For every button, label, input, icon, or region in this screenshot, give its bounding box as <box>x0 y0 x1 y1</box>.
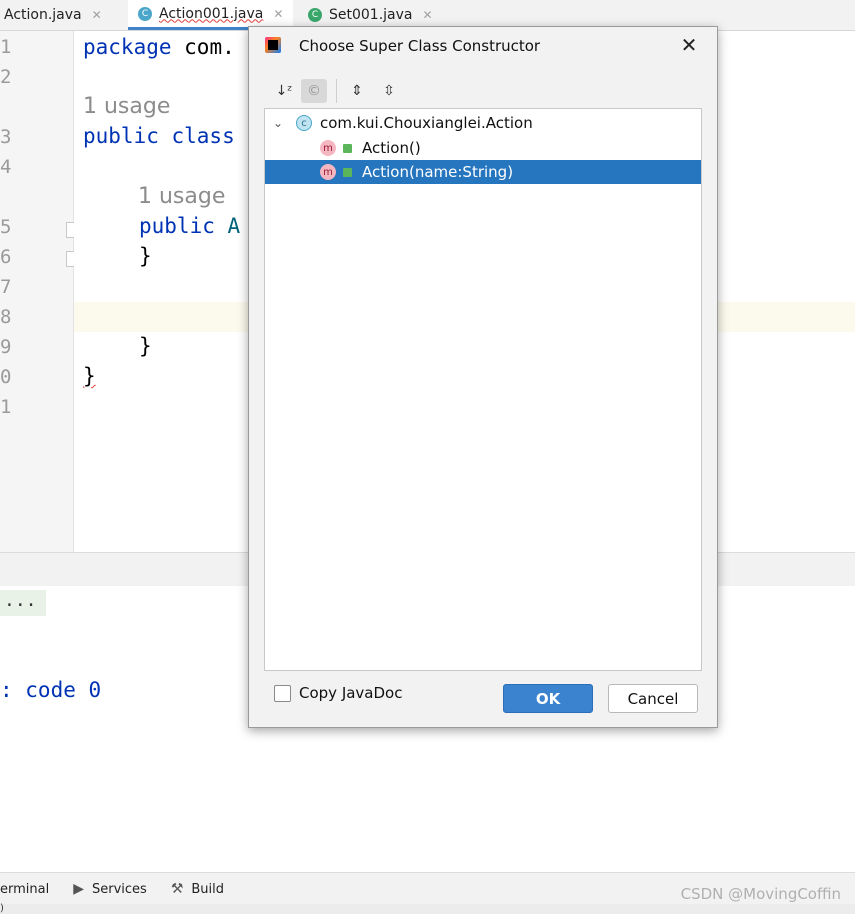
expand-all-icon[interactable]: ⇕ <box>344 79 370 103</box>
close-tab-icon[interactable]: ✕ <box>92 8 102 22</box>
method-icon: m <box>320 140 336 156</box>
build-tool-button[interactable]: ⚒ Build <box>171 881 224 897</box>
class-icon: c <box>296 115 312 131</box>
line-number: 2 <box>0 66 12 88</box>
collapse-all-icon[interactable]: ⇳ <box>376 79 402 103</box>
line-number: 4 <box>0 156 12 178</box>
usage-hint[interactable]: 1 usage <box>83 94 170 119</box>
close-tab-icon[interactable]: ✕ <box>423 8 433 22</box>
ok-button[interactable]: OK <box>503 684 593 713</box>
class-icon: C <box>138 6 152 21</box>
tool-label: Build <box>191 881 225 897</box>
dialog-title-bar: Choose Super Class Constructor ✕ <box>249 27 717 67</box>
tree-item-constructor-selected[interactable]: m Action(name:String) <box>265 160 701 184</box>
console-collapsed-output[interactable]: ... <box>0 590 46 616</box>
copy-javadoc-checkbox[interactable] <box>274 685 291 702</box>
line-number: 1 <box>0 36 12 58</box>
public-lock-icon <box>343 144 352 153</box>
watermark: CSDN @MovingCoffin <box>680 885 841 903</box>
tree-item-constructor[interactable]: m Action() <box>265 136 701 160</box>
intellij-logo-icon <box>265 37 281 53</box>
close-icon[interactable]: ✕ <box>677 33 701 57</box>
public-lock-icon <box>343 168 352 177</box>
tool-label: erminal <box>0 881 50 897</box>
dialog-title: Choose Super Class Constructor <box>299 37 541 55</box>
status-text: ) <box>0 903 4 914</box>
line-number: 8 <box>0 306 12 328</box>
line-number: 0 <box>0 366 12 388</box>
tool-label: Services <box>92 881 147 897</box>
services-tool-button[interactable]: ▶ Services <box>73 881 147 897</box>
code-brace: } <box>139 244 152 268</box>
class-icon: C <box>308 8 322 22</box>
tree-item-label: Action() <box>362 139 421 157</box>
console-exit-text: : code 0 <box>0 678 102 702</box>
tree-root-label: com.kui.Chouxianglei.Action <box>320 114 533 132</box>
code-line-package: package com. <box>83 35 235 59</box>
chevron-down-icon[interactable]: ⌄ <box>273 116 283 130</box>
toolbar-separator <box>336 79 337 103</box>
line-number: 9 <box>0 336 12 358</box>
line-number: 3 <box>0 126 12 148</box>
tab-label: Set001.java <box>329 7 413 23</box>
choose-super-constructor-dialog: Choose Super Class Constructor ✕ ↓ᶻ © ⇕ … <box>248 26 718 728</box>
show-classes-icon[interactable]: © <box>301 79 327 103</box>
method-icon: m <box>320 164 336 180</box>
line-number: 1 <box>0 396 12 418</box>
line-number: 7 <box>0 276 12 298</box>
copy-javadoc-label[interactable]: Copy JavaDoc <box>299 684 402 702</box>
close-tab-icon[interactable]: ✕ <box>273 7 283 21</box>
line-number: 6 <box>0 246 12 268</box>
code-brace: } <box>83 364 96 388</box>
tree-root-class[interactable]: ⌄ c com.kui.Chouxianglei.Action <box>265 111 701 135</box>
code-line-class: public class <box>83 124 235 148</box>
line-number: 5 <box>0 216 12 238</box>
code-brace: } <box>139 334 152 358</box>
services-icon: ▶ <box>73 881 84 897</box>
tree-item-label: Action(name:String) <box>362 163 514 181</box>
tab-action-java[interactable]: Action.java ✕ <box>4 0 102 30</box>
cancel-button[interactable]: Cancel <box>608 684 698 713</box>
constructor-tree[interactable]: ⌄ c com.kui.Chouxianglei.Action m Action… <box>264 108 702 671</box>
code-line-constructor: public A <box>139 214 241 238</box>
terminal-tool-button[interactable]: erminal <box>0 882 49 897</box>
tab-label: Action.java <box>4 7 82 23</box>
tab-label: Action001.java <box>159 5 264 22</box>
hammer-icon: ⚒ <box>170 881 184 897</box>
status-bar: ) <box>0 904 855 914</box>
sort-alphabetically-icon[interactable]: ↓ᶻ <box>271 79 297 103</box>
usage-hint[interactable]: 1 usage <box>138 184 225 209</box>
